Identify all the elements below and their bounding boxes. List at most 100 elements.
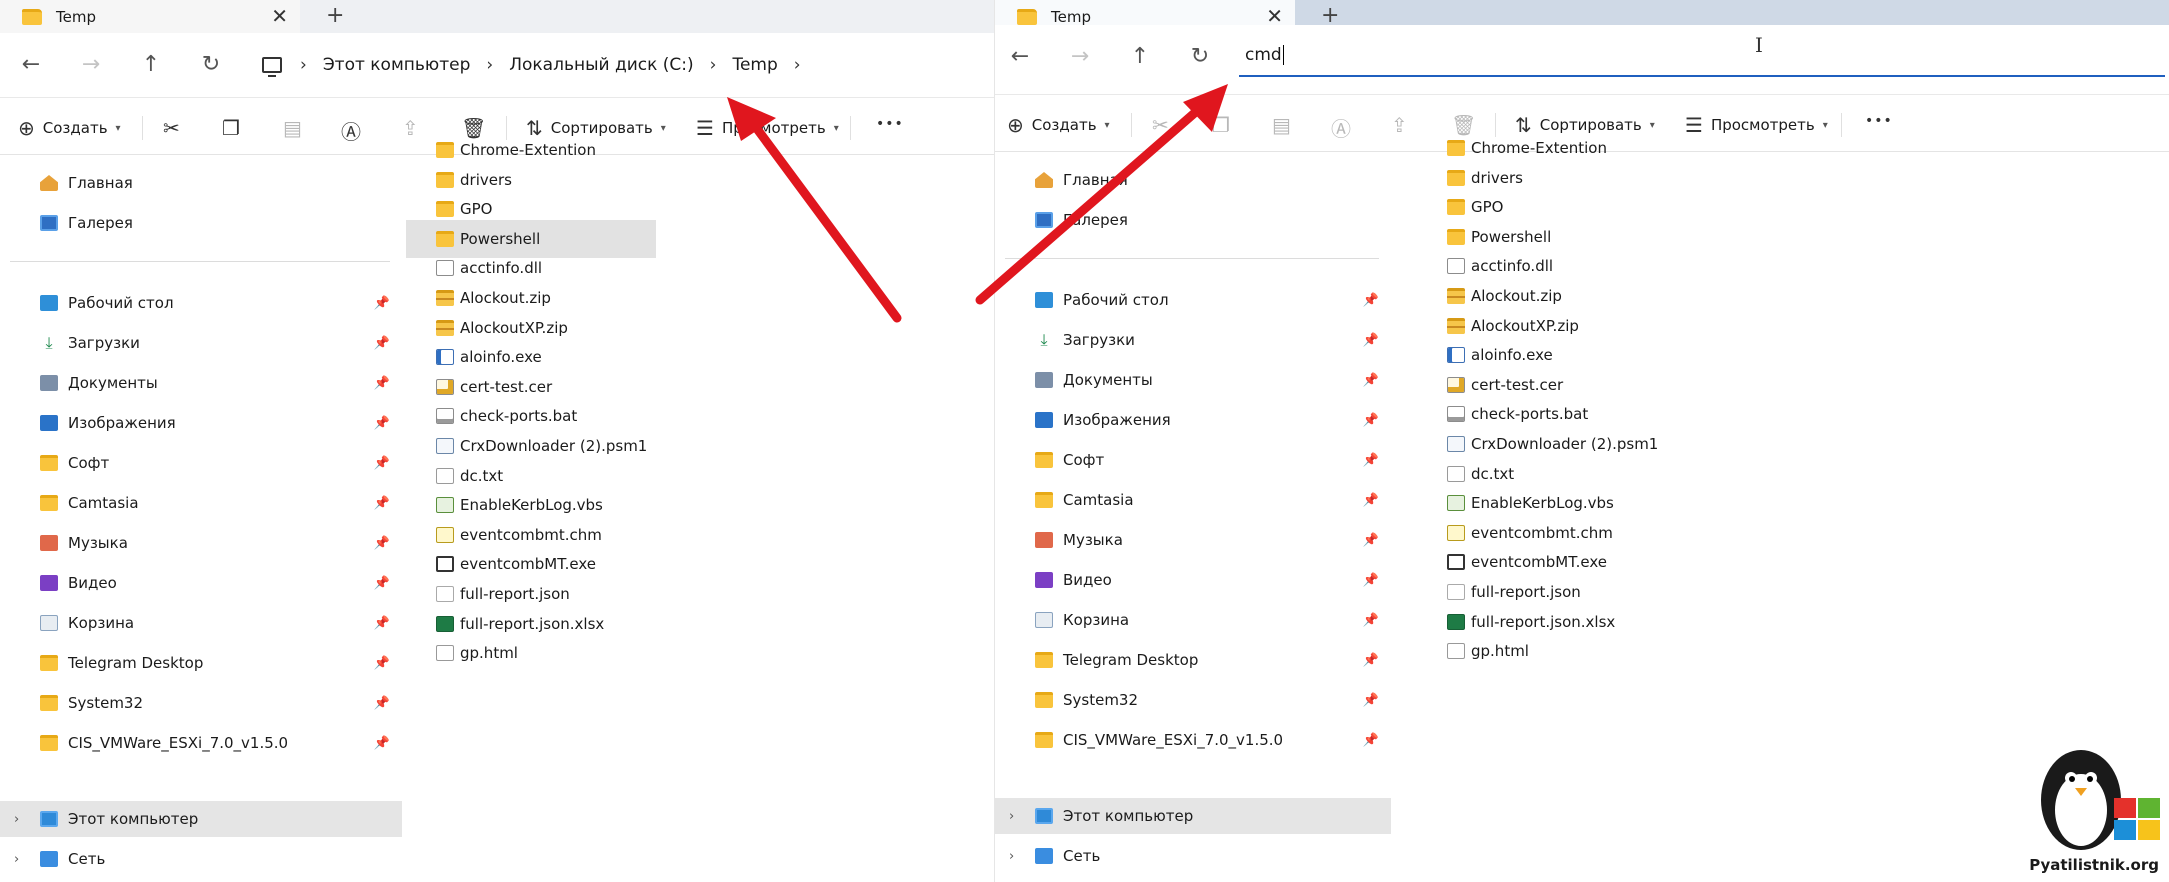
new-tab-icon[interactable]: + [326, 3, 344, 29]
share-icon[interactable]: ⇪ [402, 116, 419, 140]
pin-icon[interactable]: 📌 [1363, 293, 1379, 308]
forward-icon[interactable]: → [76, 51, 106, 79]
pin-icon[interactable]: 📌 [374, 696, 390, 711]
sidebar-item-documents[interactable]: Документы 📌 [0, 365, 402, 401]
pin-icon[interactable]: 📌 [1363, 333, 1379, 348]
file-name: aloinfo.exe [460, 348, 542, 367]
divider [10, 261, 390, 262]
file-name: drivers [1471, 168, 1523, 187]
pin-icon[interactable]: 📌 [374, 296, 390, 311]
breadcrumb-temp[interactable]: Temp [716, 55, 793, 75]
chevron-right-icon[interactable]: › [14, 852, 19, 867]
back-icon[interactable]: ← [1005, 43, 1035, 71]
share-icon[interactable]: ⇪ [1391, 113, 1408, 137]
pin-icon[interactable]: 📌 [374, 536, 390, 551]
pin-icon[interactable]: 📌 [1363, 493, 1379, 508]
up-icon[interactable]: ↑ [136, 51, 166, 79]
chevron-right-icon[interactable]: › [1009, 849, 1014, 864]
sidebar-item-soft[interactable]: Софт 📌 [995, 442, 1391, 478]
breadcrumb[interactable]: › Этот компьютер › Локальный диск (C:) ›… [262, 49, 801, 81]
cut-icon[interactable]: ✂ [1152, 113, 1169, 137]
sidebar-item-video[interactable]: Видео 📌 [995, 562, 1391, 598]
pin-icon[interactable]: 📌 [1363, 533, 1379, 548]
rename-icon[interactable]: Ⓐ [341, 116, 361, 145]
sidebar-item-soft[interactable]: Софт 📌 [0, 445, 402, 481]
pin-icon[interactable]: 📌 [1363, 653, 1379, 668]
sidebar-item-desktop[interactable]: Рабочий стол 📌 [0, 285, 402, 321]
pin-icon[interactable]: 📌 [374, 376, 390, 391]
sidebar-item-music[interactable]: Музыка 📌 [0, 525, 402, 561]
navigation-pane: Главная Галерея Рабочий стол 📌 ⤓ Загрузк… [0, 155, 402, 882]
sidebar-item-video[interactable]: Видео 📌 [0, 565, 402, 601]
pin-icon[interactable]: 📌 [374, 496, 390, 511]
pin-icon[interactable]: 📌 [374, 616, 390, 631]
more-options-icon[interactable]: ••• [1865, 113, 1893, 129]
sidebar-item-camtasia[interactable]: Camtasia 📌 [995, 482, 1391, 518]
cer-file-icon [436, 378, 454, 395]
sidebar-item-images[interactable]: Изображения 📌 [0, 405, 402, 441]
forward-icon[interactable]: → [1065, 43, 1095, 71]
file-row[interactable]: gp.html [1441, 632, 2001, 670]
penguin-logo-icon [2041, 750, 2160, 850]
sidebar-item-images[interactable]: Изображения 📌 [995, 402, 1391, 438]
refresh-icon[interactable]: ↻ [196, 51, 226, 79]
sidebar-item-cis-vmware[interactable]: CIS_VMWare_ESXi_7.0_v1.5.0 📌 [995, 722, 1391, 758]
tab-temp[interactable]: Temp ✕ [0, 0, 300, 33]
sidebar-item-downloads[interactable]: ⤓ Загрузки 📌 [995, 322, 1391, 358]
pin-icon[interactable]: 📌 [1363, 413, 1379, 428]
chevron-right-icon[interactable]: › [14, 812, 19, 827]
up-icon[interactable]: ↑ [1125, 43, 1155, 71]
address-bar-input[interactable]: cmd [1239, 35, 2165, 77]
create-label: Создать [42, 119, 108, 137]
more-options-icon[interactable]: ••• [876, 116, 904, 132]
pin-icon[interactable]: 📌 [1363, 373, 1379, 388]
pin-icon[interactable]: 📌 [1363, 613, 1379, 628]
sidebar-item-home[interactable]: Главная [0, 165, 402, 201]
sidebar-item-cis-vmware[interactable]: CIS_VMWare_ESXi_7.0_v1.5.0 📌 [0, 725, 402, 761]
file-name: Chrome-Extention [460, 141, 596, 159]
sidebar-item-camtasia[interactable]: Camtasia 📌 [0, 485, 402, 521]
sidebar-item-gallery[interactable]: Галерея [0, 205, 402, 241]
pin-icon[interactable]: 📌 [1363, 693, 1379, 708]
cut-icon[interactable]: ✂ [163, 116, 180, 140]
copy-icon[interactable]: ❐ [222, 116, 240, 140]
sidebar-item-gallery[interactable]: Галерея [995, 202, 1391, 238]
close-tab-icon[interactable]: ✕ [271, 4, 288, 28]
sidebar-item-telegram[interactable]: Telegram Desktop 📌 [0, 645, 402, 681]
sidebar-item-desktop[interactable]: Рабочий стол 📌 [995, 282, 1391, 318]
breadcrumb-local-disk[interactable]: Локальный диск (C:) [493, 55, 709, 75]
sidebar-item-documents[interactable]: Документы 📌 [995, 362, 1391, 398]
breadcrumb-this-pc[interactable]: Этот компьютер [307, 55, 487, 75]
pin-icon[interactable]: 📌 [1363, 733, 1379, 748]
file-row[interactable]: gp.html [430, 634, 990, 672]
pin-icon[interactable]: 📌 [374, 456, 390, 471]
back-icon[interactable]: ← [16, 51, 46, 79]
sidebar-item-recycle-bin[interactable]: Корзина 📌 [0, 605, 402, 641]
copy-icon[interactable]: ❐ [1212, 113, 1230, 137]
pin-icon[interactable]: 📌 [1363, 453, 1379, 468]
pin-icon[interactable]: 📌 [374, 416, 390, 431]
sidebar-item-system32[interactable]: System32 📌 [995, 682, 1391, 718]
sidebar-item-system32[interactable]: System32 📌 [0, 685, 402, 721]
refresh-icon[interactable]: ↻ [1185, 43, 1215, 71]
pin-icon[interactable]: 📌 [1363, 573, 1379, 588]
sidebar-item-telegram[interactable]: Telegram Desktop 📌 [995, 642, 1391, 678]
paste-icon[interactable]: ▤ [283, 116, 302, 140]
sidebar-item-network[interactable]: › Сеть [995, 838, 1391, 874]
sidebar-item-recycle-bin[interactable]: Корзина 📌 [995, 602, 1391, 638]
chevron-right-icon[interactable]: › [1009, 809, 1014, 824]
paste-icon[interactable]: ▤ [1272, 113, 1291, 137]
pin-icon[interactable]: 📌 [374, 736, 390, 751]
sidebar-item-downloads[interactable]: ⤓ Загрузки 📌 [0, 325, 402, 361]
sidebar-item-this-pc[interactable]: › Этот компьютер [0, 801, 402, 837]
sidebar-item-music[interactable]: Музыка 📌 [995, 522, 1391, 558]
create-button[interactable]: ⊕ Создать ▾ [18, 116, 121, 140]
sidebar-item-this-pc[interactable]: › Этот компьютер [995, 798, 1391, 834]
sidebar-item-network[interactable]: › Сеть [0, 841, 402, 877]
pin-icon[interactable]: 📌 [374, 576, 390, 591]
sidebar-item-home[interactable]: Главная [995, 162, 1391, 198]
pin-icon[interactable]: 📌 [374, 336, 390, 351]
rename-icon[interactable]: Ⓐ [1331, 113, 1351, 142]
create-button[interactable]: ⊕ Создать ▾ [1007, 113, 1110, 137]
pin-icon[interactable]: 📌 [374, 656, 390, 671]
